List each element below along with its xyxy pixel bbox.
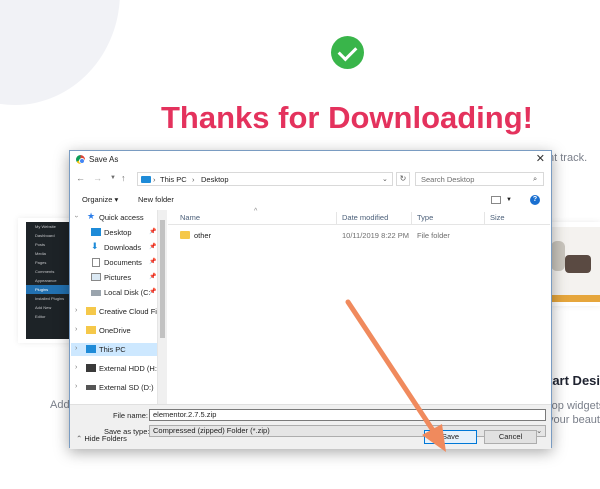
nav-item-downloads[interactable]: ⬇ Downloads 📌 [71, 241, 157, 254]
search-placeholder: Search Desktop [421, 175, 475, 184]
file-name-input[interactable]: elementor.2.7.5.zip [149, 409, 546, 421]
address-dropdown-icon[interactable]: ⌄ [382, 175, 388, 183]
dialog-toolbar: Organize ▾ New folder ▼ ? [70, 192, 551, 209]
sort-up-icon: ^ [254, 208, 258, 215]
wp-menu-item: Appearance [35, 278, 57, 283]
chrome-icon [76, 155, 85, 164]
star-icon: ★ [87, 211, 96, 221]
wp-menu-item: My Website [35, 224, 56, 229]
breadcrumb-desktop[interactable]: Desktop [201, 175, 229, 184]
save-as-dialog: Save As ✕ ← → ▼ ↑ › This PC › Desktop ⌄ … [69, 150, 552, 449]
background-text: nt track. [548, 152, 588, 164]
pin-icon: 📌 [149, 229, 157, 235]
creative-cloud-icon [86, 307, 96, 315]
column-date-modified[interactable]: Date modified [342, 213, 388, 222]
scrollbar-thumb[interactable] [160, 220, 165, 338]
wp-menu-item: Pages [35, 260, 47, 265]
pin-icon: 📌 [149, 289, 157, 295]
computer-icon [141, 176, 151, 183]
column-type[interactable]: Type [417, 213, 433, 222]
chevron-down-icon[interactable]: ▼ [110, 175, 116, 181]
up-arrow-icon[interactable]: ↑ [121, 173, 126, 183]
pin-icon: 📌 [149, 244, 157, 250]
navigation-row: ← → ▼ ↑ › This PC › Desktop ⌄ ↻ Search D… [70, 170, 551, 188]
nav-item-local-disk[interactable]: Local Disk (C: 📌 [71, 286, 157, 299]
forward-arrow-icon[interactable]: → [93, 173, 102, 183]
new-folder-button[interactable]: New folder [138, 195, 174, 204]
download-page: Thanks for Downloading! nt track. Add ta… [0, 0, 600, 489]
view-dropdown-icon[interactable]: ▼ [506, 197, 512, 203]
refresh-icon[interactable]: ↻ [396, 172, 410, 186]
wordpress-sidebar-image: My Website Dashboard Posts Media Pages C… [26, 222, 70, 339]
wp-menu-item: Installed Plugins [35, 296, 65, 301]
nav-item-this-pc[interactable]: › This PC [71, 343, 157, 356]
background-card-text: rop widgets [548, 400, 600, 412]
page-heading: Thanks for Downloading! [161, 100, 533, 135]
computer-icon [86, 345, 96, 353]
nav-item-desktop[interactable]: Desktop 📌 [71, 226, 157, 239]
back-arrow-icon[interactable]: ← [76, 173, 85, 183]
file-date: 10/11/2019 8:22 PM [342, 231, 409, 240]
wp-menu-item: Add New [35, 305, 52, 310]
file-row[interactable]: other 10/11/2019 8:22 PM File folder [168, 229, 550, 242]
drive-icon [86, 385, 96, 390]
file-list-header: Name ^ Date modified Type Size [168, 208, 550, 225]
desktop-folder-icon [91, 228, 101, 236]
nav-item-documents[interactable]: Documents 📌 [71, 256, 157, 269]
background-text-left: Add [50, 399, 70, 411]
pictures-icon [91, 273, 101, 281]
column-size[interactable]: Size [490, 213, 505, 222]
disk-icon [91, 290, 101, 296]
address-bar[interactable]: › This PC › Desktop ⌄ [137, 172, 393, 186]
nav-item-external-hdd[interactable]: › External HDD (H:) [71, 362, 157, 375]
pin-icon: 📌 [149, 259, 157, 265]
wp-menu-item: Dashboard [35, 233, 55, 238]
dialog-titlebar[interactable]: Save As ✕ [70, 151, 551, 168]
navigation-pane: › ★ Quick access Desktop 📌 ⬇ Downloads 📌… [71, 210, 158, 404]
wp-menu-item: Media [35, 251, 46, 256]
background-card-title: tart Desig [548, 373, 600, 388]
wp-menu-item: Comments [35, 269, 55, 274]
background-card-text-2: your beautif [548, 414, 600, 426]
breadcrumb-this-pc[interactable]: This PC [160, 175, 187, 184]
nav-scrollbar[interactable] [158, 210, 167, 404]
wp-menu-item: Posts [35, 242, 46, 247]
save-button[interactable]: Save [424, 430, 477, 444]
nav-item-onedrive[interactable]: › OneDrive [71, 324, 157, 337]
pin-icon: 📌 [149, 274, 157, 280]
folder-icon [180, 231, 190, 239]
nav-item-quick-access[interactable]: › ★ Quick access [71, 211, 157, 224]
file-name-label: File name: [113, 411, 149, 420]
organize-button[interactable]: Organize ▾ [82, 195, 118, 204]
close-icon[interactable]: ✕ [536, 152, 545, 165]
nav-item-external-sd[interactable]: › External SD (D:) [71, 381, 157, 394]
background-blob [0, 0, 120, 105]
downloads-icon: ⬇ [91, 241, 99, 251]
cancel-button[interactable]: Cancel [484, 430, 537, 444]
nav-item-pictures[interactable]: Pictures 📌 [71, 271, 157, 284]
file-type: File folder [417, 231, 450, 240]
wp-menu-item: Editor [35, 314, 46, 319]
documents-icon [92, 258, 100, 267]
drive-icon [86, 364, 96, 372]
search-icon: ⌕ [533, 174, 538, 183]
dialog-bottom-panel: File name: elementor.2.7.5.zip Save as t… [70, 404, 551, 449]
view-options-icon[interactable] [491, 196, 501, 204]
success-check-icon [331, 36, 364, 69]
nav-item-creative-cloud[interactable]: › Creative Cloud Fil [71, 305, 157, 318]
hide-folders-button[interactable]: ⌃ Hide Folders [76, 434, 127, 443]
column-name[interactable]: Name [180, 213, 200, 222]
help-icon[interactable]: ? [530, 195, 540, 205]
dialog-title: Save As [89, 155, 119, 164]
search-input[interactable]: Search Desktop ⌕ [415, 172, 544, 186]
onedrive-icon [86, 326, 96, 334]
wp-menu-item-active: Plugins [26, 285, 70, 294]
file-name: other [194, 231, 212, 240]
